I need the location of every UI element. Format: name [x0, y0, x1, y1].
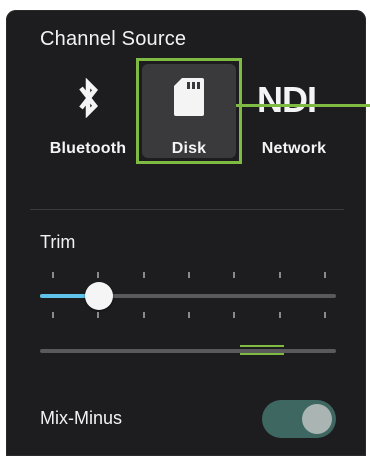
level-meter-track [40, 349, 336, 353]
trim-tick [52, 312, 54, 318]
source-bluetooth-button[interactable]: Bluetooth [42, 60, 134, 162]
channel-source-title: Channel Source [40, 28, 187, 50]
trim-tick [233, 272, 236, 278]
source-disk-label: Disk [171, 140, 207, 157]
trim-tick [142, 312, 145, 318]
trim-tick [142, 272, 145, 278]
callout-line [236, 104, 360, 107]
section-divider [30, 209, 344, 210]
source-bluetooth-label: Bluetooth [49, 140, 127, 157]
bluetooth-icon [42, 78, 134, 118]
channel-source-panel: Channel Source Bluetooth Disk NDI Networ… [6, 10, 366, 456]
trim-tick [278, 312, 281, 318]
trim-tick [278, 272, 281, 278]
trim-tick [188, 312, 190, 318]
callout-line-end [360, 104, 370, 107]
sd-card-icon [138, 76, 240, 118]
level-meter-marker [240, 345, 284, 347]
trim-tick [324, 272, 326, 278]
trim-tick [97, 312, 100, 318]
trim-tick [188, 272, 190, 278]
trim-slider[interactable] [40, 266, 336, 318]
source-network-label: Network [261, 140, 327, 157]
trim-tick [233, 312, 236, 318]
trim-slider-thumb[interactable] [85, 282, 114, 310]
ndi-logo-text: NDI [257, 82, 316, 118]
level-meter [40, 340, 336, 360]
trim-tick [52, 272, 54, 278]
mix-minus-toggle[interactable] [262, 400, 336, 438]
source-network-button[interactable]: NDI Network [248, 60, 340, 162]
trim-label: Trim [40, 232, 76, 252]
trim-tick [97, 272, 100, 278]
mix-minus-label: Mix-Minus [40, 408, 123, 428]
source-disk-button[interactable]: Disk [136, 58, 242, 164]
mix-minus-toggle-knob [302, 404, 332, 434]
ndi-logo: NDI [254, 82, 340, 118]
level-meter-marker [240, 353, 284, 355]
trim-tick [324, 312, 326, 318]
